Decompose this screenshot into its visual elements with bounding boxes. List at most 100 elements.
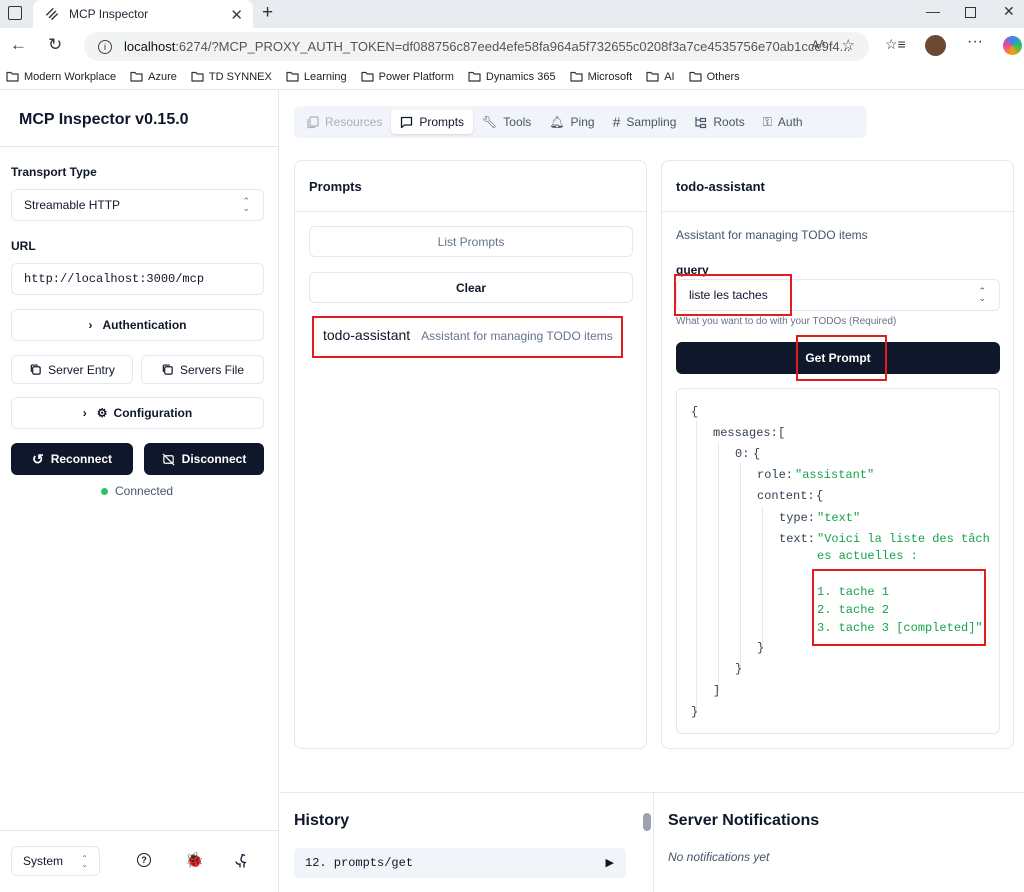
url-rest: :6274/?MCP_PROXY_AUTH_TOKEN=df088756c87e… <box>175 39 851 54</box>
browser-title-bar: MCP Inspector ✕ + — ✕ <box>0 0 1024 28</box>
chevron-right-icon: › <box>82 406 87 420</box>
query-hint: What you want to do with your TODOs (Req… <box>676 316 897 327</box>
tab-auth-label: Auth <box>777 115 803 129</box>
tab-prompts[interactable]: Prompts <box>391 110 474 134</box>
configuration-button[interactable]: › ⚙ Configuration <box>11 397 264 429</box>
files-icon <box>307 115 319 128</box>
browser-toolbar: ← ↻ i localhost:6274/?MCP_PROXY_AUTH_TOK… <box>0 28 1024 64</box>
mcp-favicon-icon <box>46 8 58 20</box>
history-item[interactable]: 12. prompts/get ▶ <box>294 848 626 878</box>
folder-icon <box>569 71 583 82</box>
favorite-folder[interactable]: Power Platform <box>361 71 454 83</box>
close-window-icon[interactable]: ✕ <box>1003 3 1015 20</box>
tab-resources[interactable]: Resources <box>298 110 391 134</box>
transport-type-label: Transport Type <box>11 165 97 179</box>
tab-tools[interactable]: 🔧︎ Tools <box>473 110 540 134</box>
help-icon[interactable]: ? <box>137 853 151 867</box>
json-guide <box>718 443 719 691</box>
list-prompts-button[interactable]: List Prompts <box>309 226 633 257</box>
address-bar[interactable]: i localhost:6274/?MCP_PROXY_AUTH_TOKEN=d… <box>84 32 869 61</box>
favorite-folder-label: AI <box>664 70 675 83</box>
main-content: Resources Prompts 🔧︎ Tools 🔔︎ Ping # Sam… <box>280 90 1024 892</box>
reconnect-button[interactable]: ↺ Reconnect <box>11 443 133 475</box>
github-icon[interactable] <box>235 852 249 868</box>
tab-resources-label: Resources <box>325 115 383 129</box>
server-entry-label: Server Entry <box>48 362 115 377</box>
chevron-updown-icon: ⌃ ⌄ <box>242 196 250 213</box>
url-input[interactable]: http://localhost:3000/mcp <box>11 263 264 295</box>
divider <box>0 146 279 147</box>
favorite-folder-label: Azure <box>148 70 177 83</box>
favorites-bar: Modern Workplace Azure TD SYNNEX Learning Po… <box>0 64 1024 90</box>
read-aloud-icon[interactable]: Aᴬ <box>812 38 825 52</box>
disconnect-button[interactable]: Disconnect <box>144 443 264 475</box>
json-brace: { <box>691 405 699 419</box>
servers-file-button[interactable]: Servers File <box>141 355 264 384</box>
maximize-icon[interactable] <box>965 7 976 18</box>
json-string: es actuelles : <box>817 549 918 563</box>
gear-icon: ⚙ <box>96 406 108 420</box>
sidebar-toggle-icon[interactable] <box>8 6 22 20</box>
favorite-folder[interactable]: Modern Workplace <box>6 71 116 83</box>
close-tab-icon[interactable]: ✕ <box>230 6 243 24</box>
transport-type-select[interactable]: Streamable HTTP ⌃ ⌄ <box>11 189 264 221</box>
servers-file-label: Servers File <box>179 362 244 377</box>
favorite-folder[interactable]: Dynamics 365 <box>468 71 556 83</box>
favorite-star-icon[interactable]: ☆ <box>842 36 855 54</box>
favorite-folder[interactable]: TD SYNNEX <box>191 71 272 83</box>
json-brace: } <box>735 662 743 676</box>
copilot-icon[interactable] <box>1003 36 1022 55</box>
back-icon[interactable]: ← <box>10 35 27 55</box>
wrench-icon: 🔧︎ <box>482 115 498 129</box>
json-guide <box>762 506 763 647</box>
tab-roots-label: Roots <box>713 115 745 129</box>
unplug-icon <box>162 453 175 465</box>
tab-sampling-label: Sampling <box>626 115 677 129</box>
tab-roots[interactable]: Roots <box>685 110 753 134</box>
theme-select[interactable]: System ⌃ ⌄ <box>11 846 100 876</box>
browser-tab[interactable]: MCP Inspector ✕ <box>33 0 253 28</box>
json-brace: } <box>757 641 765 655</box>
sidebar: MCP Inspector v0.15.0 Transport Type Str… <box>0 90 279 892</box>
minimize-icon[interactable]: — <box>926 3 940 19</box>
clear-button[interactable]: Clear <box>309 272 633 303</box>
expand-triangle-icon: ▶ <box>605 857 614 869</box>
favorite-folder[interactable]: AI <box>646 70 675 83</box>
refresh-icon[interactable]: ↻ <box>48 35 62 55</box>
tab-auth[interactable]: ⚿ Auth <box>754 110 812 134</box>
copy-icon <box>30 364 41 375</box>
bug-icon[interactable]: 🐞 <box>185 851 204 869</box>
tab-ping[interactable]: 🔔︎ Ping <box>540 110 603 134</box>
authentication-button[interactable]: › Authentication <box>11 309 264 341</box>
divider <box>0 830 279 831</box>
rotate-ccw-icon: ↺ <box>31 450 44 467</box>
json-bracket: [ <box>778 426 786 440</box>
tab-sampling[interactable]: # Sampling <box>604 110 686 134</box>
favorite-folder[interactable]: Learning <box>286 71 347 83</box>
more-menu-icon[interactable]: ··· <box>967 33 983 51</box>
favorite-folder[interactable]: Microsoft <box>569 70 633 83</box>
notifications-title: Server Notifications <box>668 812 820 829</box>
key-icon: ⚿ <box>762 114 772 129</box>
new-tab-icon[interactable]: + <box>262 2 273 24</box>
favorite-folder-label: TD SYNNEX <box>208 70 272 83</box>
favorite-folder-label: Microsoft <box>587 70 633 83</box>
site-info-icon[interactable]: i <box>98 39 112 54</box>
json-key: messages: <box>713 426 778 440</box>
panel-scrollbar[interactable] <box>640 793 654 892</box>
folder-icon <box>468 71 481 82</box>
notifications-empty: No notifications yet <box>668 850 770 864</box>
prompts-card-title: Prompts <box>295 161 646 212</box>
favorites-icon[interactable]: ☆≡ <box>885 36 906 53</box>
highlight-box <box>796 335 887 381</box>
profile-avatar[interactable] <box>925 35 946 56</box>
json-guide <box>740 463 741 669</box>
json-string: "text" <box>817 511 861 525</box>
favorite-folder[interactable]: Others <box>689 71 740 83</box>
hash-icon: # <box>612 114 621 130</box>
server-entry-button[interactable]: Server Entry <box>11 355 133 384</box>
scrollbar-thumb[interactable] <box>643 813 651 831</box>
tab-list: Resources Prompts 🔧︎ Tools 🔔︎ Ping # Sam… <box>294 106 867 138</box>
app-title: MCP Inspector v0.15.0 <box>19 111 189 128</box>
favorite-folder[interactable]: Azure <box>130 71 177 83</box>
